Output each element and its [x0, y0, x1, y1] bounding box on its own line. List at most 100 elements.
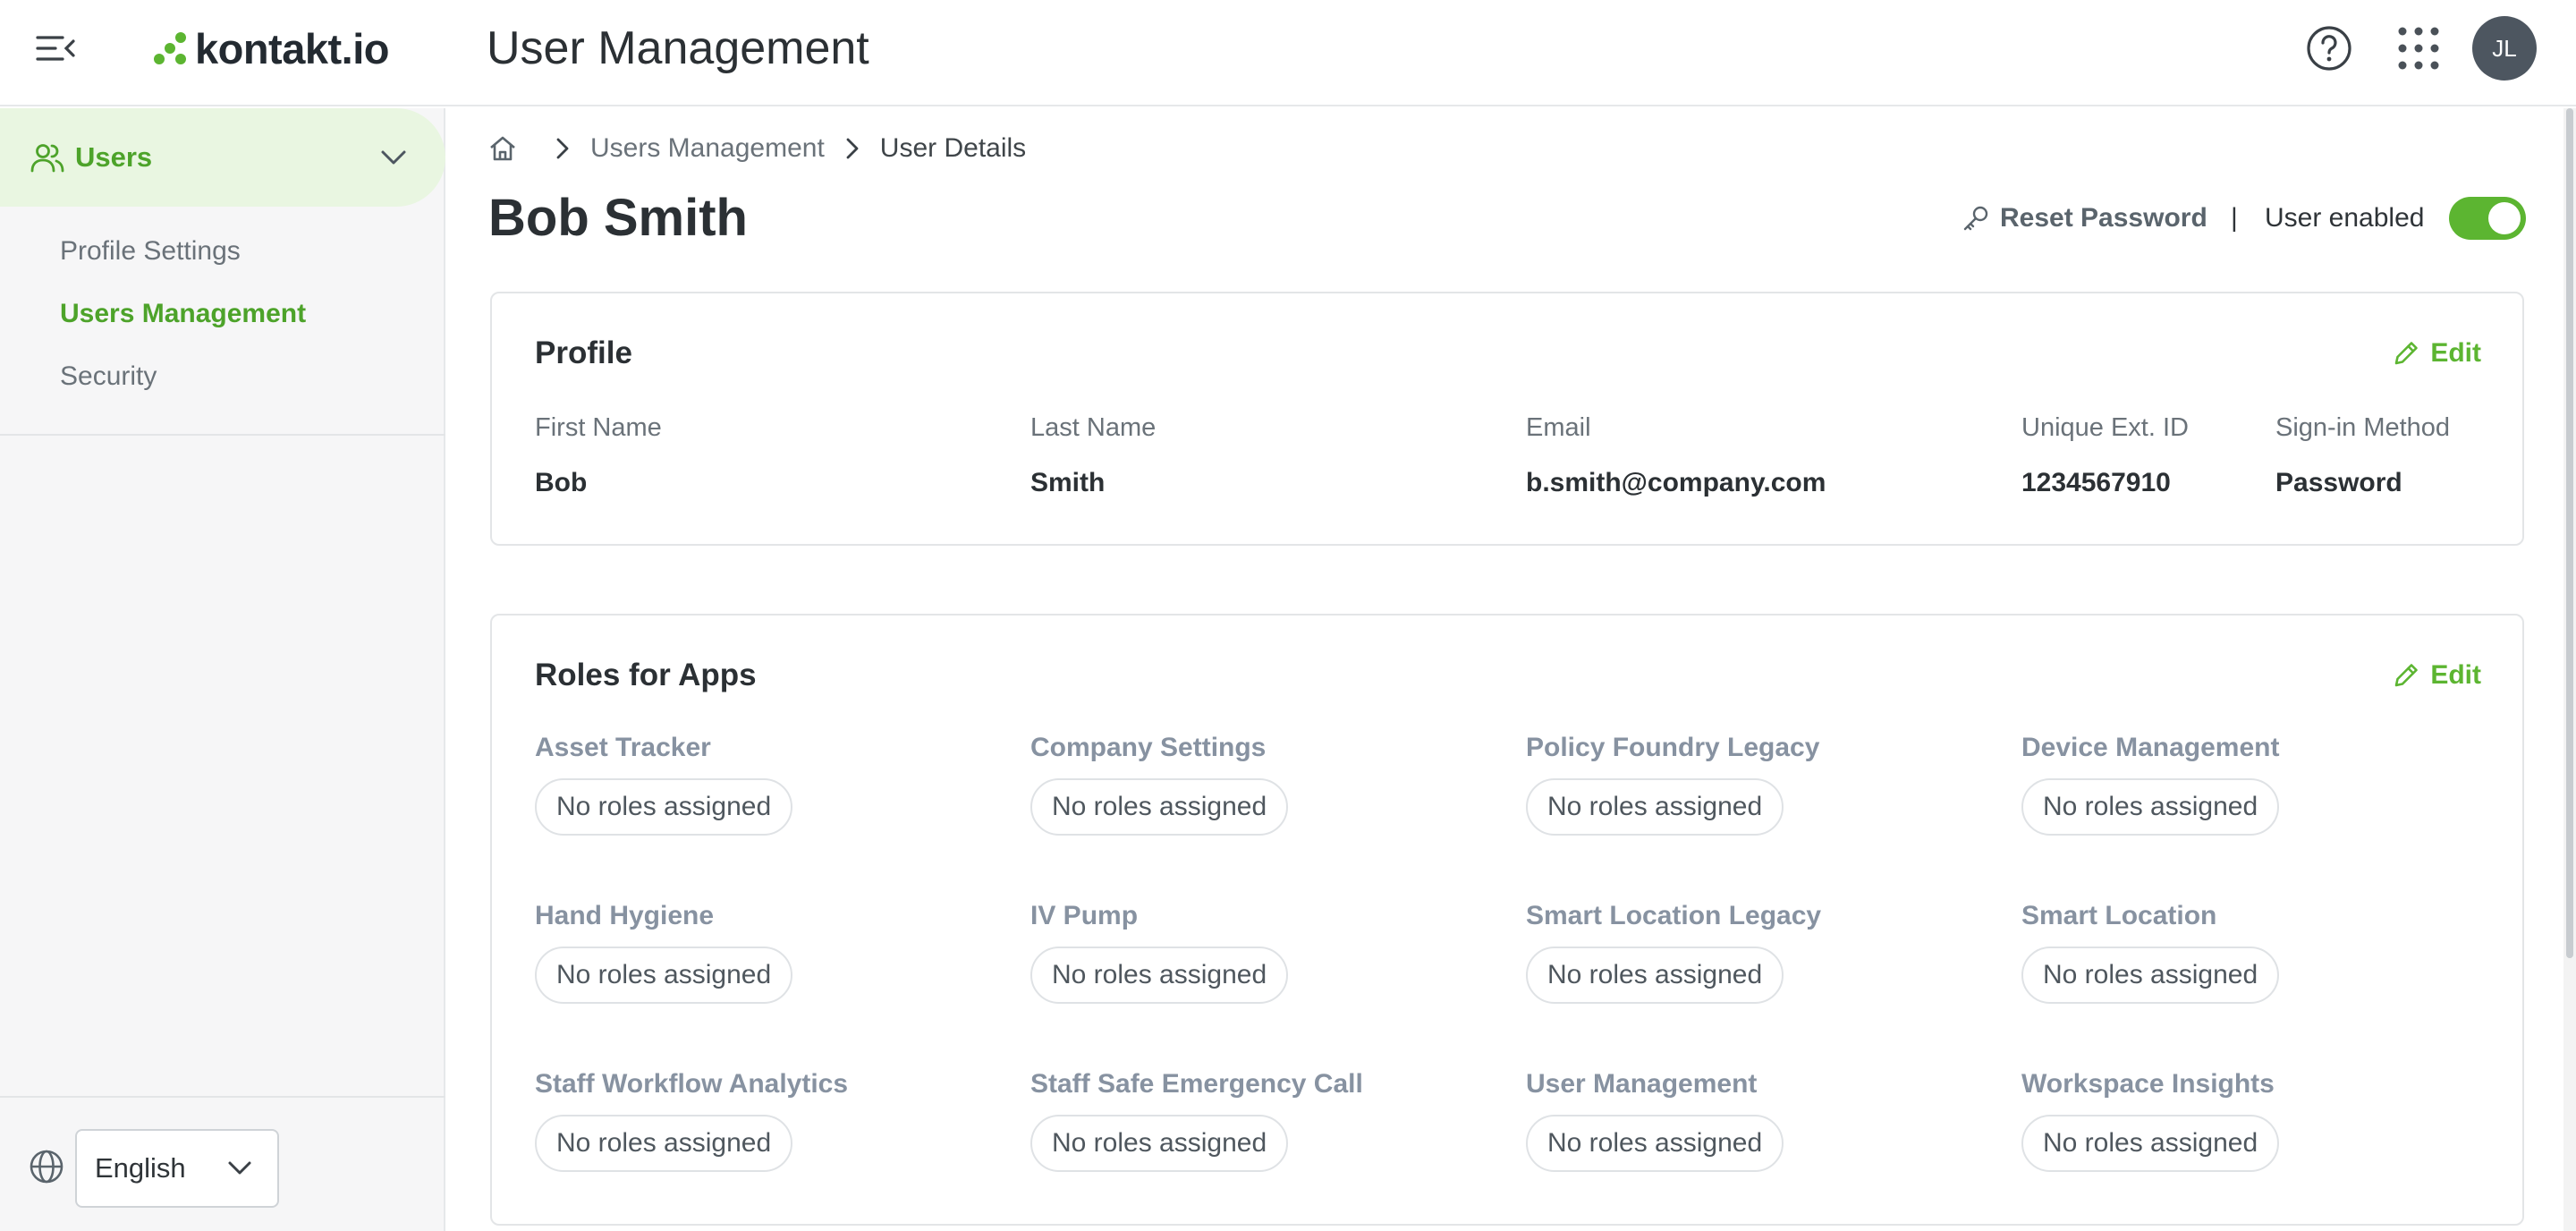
pencil-icon: [2395, 664, 2419, 687]
role-status-chip: No roles assigned: [535, 1115, 793, 1172]
roles-edit-button[interactable]: Edit: [2393, 657, 2481, 694]
role-user-management: User Management No roles assigned: [1526, 1066, 1784, 1172]
role-iv-pump: IV Pump No roles assigned: [1030, 898, 1289, 1004]
field-unique-ext-id: Unique Ext. ID 1234567910: [2021, 410, 2189, 501]
brand-name: kontakt.io: [195, 24, 389, 72]
profile-edit-label: Edit: [2430, 338, 2481, 368]
roles-edit-label: Edit: [2430, 660, 2481, 690]
top-header: kontakt.io User Management JL: [0, 0, 2576, 106]
roles-card-title: Roles for Apps: [535, 658, 757, 692]
role-app-name: Hand Hygiene: [535, 901, 715, 930]
role-hand-hygiene: Hand Hygiene No roles assigned: [535, 898, 793, 1004]
field-value: b.smith@company.com: [1526, 468, 1826, 497]
page-title: Bob Smith: [488, 189, 748, 247]
user-enabled-label: User enabled: [2265, 203, 2425, 233]
breadcrumb-users-management[interactable]: Users Management: [590, 133, 825, 164]
role-app-name: IV Pump: [1030, 901, 1139, 930]
profile-card-title: Profile: [535, 335, 632, 370]
field-label: Sign-in Method: [2275, 413, 2451, 442]
breadcrumb-user-details: User Details: [879, 133, 1027, 163]
role-status-chip: No roles assigned: [2021, 1115, 2280, 1172]
header-separator: |: [2231, 203, 2238, 233]
sidebar-group-label: Users: [75, 141, 153, 173]
role-status-chip: No roles assigned: [1030, 778, 1289, 836]
field-email: Email b.smith@company.com: [1526, 410, 1826, 501]
role-status-chip: No roles assigned: [1526, 778, 1784, 836]
user-avatar[interactable]: JL: [2472, 16, 2537, 81]
field-value: Smith: [1030, 468, 1106, 497]
role-status-chip: No roles assigned: [535, 778, 793, 836]
role-smart-location: Smart Location No roles assigned: [2021, 898, 2280, 1004]
menu-collapse-icon[interactable]: [36, 32, 75, 64]
reset-password-label: Reset Password: [2000, 203, 2207, 233]
field-first-name: First Name Bob: [535, 410, 662, 501]
role-app-name: Staff Workflow Analytics: [535, 1069, 849, 1099]
role-status-chip: No roles assigned: [1526, 947, 1784, 1004]
chevron-down-icon[interactable]: [377, 144, 410, 171]
chevron-down-icon: [228, 1161, 251, 1175]
role-app-name: Smart Location: [2021, 901, 2217, 930]
reset-password-button[interactable]: Reset Password: [1962, 197, 2207, 240]
apps-grid-icon[interactable]: [2397, 25, 2440, 72]
role-app-name: Smart Location Legacy: [1526, 901, 1822, 930]
role-status-chip: No roles assigned: [1526, 1115, 1784, 1172]
breadcrumb: Users Management User Details: [488, 125, 1026, 172]
main-scrollbar[interactable]: [2563, 108, 2576, 1231]
role-status-chip: No roles assigned: [535, 947, 793, 1004]
field-last-name: Last Name Smith: [1030, 410, 1156, 501]
field-label: Last Name: [1030, 413, 1157, 442]
field-label: Email: [1526, 413, 1591, 442]
sidebar-item-users-management[interactable]: Users Management: [60, 294, 306, 334]
role-app-name: Device Management: [2021, 733, 2280, 762]
role-app-name: Asset Tracker: [535, 733, 711, 762]
role-app-name: Staff Safe Emergency Call: [1030, 1069, 1363, 1099]
field-sign-in-method: Sign-in Method Password: [2275, 410, 2450, 501]
field-label: First Name: [535, 413, 662, 442]
role-app-name: Policy Foundry Legacy: [1526, 733, 1820, 762]
profile-card: Profile Edit First Name Bob Last Name Sm…: [490, 292, 2524, 546]
sidebar-item-profile-settings[interactable]: Profile Settings: [60, 232, 241, 271]
role-staff-workflow-analytics: Staff Workflow Analytics No roles assign…: [535, 1066, 848, 1172]
language-select[interactable]: English: [75, 1129, 279, 1208]
role-company-settings: Company Settings No roles assigned: [1030, 730, 1289, 836]
chevron-right-icon: [846, 138, 859, 159]
role-device-management: Device Management No roles assigned: [2021, 730, 2279, 836]
role-smart-location-legacy: Smart Location Legacy No roles assigned: [1526, 898, 1821, 1004]
sidebar-footer-divider: [0, 1096, 445, 1098]
brand-logo[interactable]: kontakt.io: [152, 20, 389, 77]
app-title: User Management: [487, 22, 869, 74]
roles-card: Roles for Apps Edit Asset Tracker No rol…: [490, 614, 2524, 1226]
role-app-name: User Management: [1526, 1069, 1758, 1099]
field-value: Password: [2275, 468, 2402, 497]
globe-icon: [30, 1150, 64, 1184]
field-label: Unique Ext. ID: [2021, 413, 2189, 442]
help-circle-icon[interactable]: [2306, 25, 2352, 72]
logo-mark-icon: [154, 32, 186, 64]
home-icon[interactable]: [488, 134, 517, 163]
role-status-chip: No roles assigned: [1030, 1115, 1289, 1172]
toggle-knob: [2488, 202, 2521, 234]
user-enabled-toggle[interactable]: [2449, 197, 2526, 240]
role-status-chip: No roles assigned: [2021, 947, 2280, 1004]
field-value: Bob: [535, 468, 588, 497]
role-asset-tracker: Asset Tracker No roles assigned: [535, 730, 793, 836]
scrollbar-thumb[interactable]: [2566, 108, 2573, 958]
sidebar: Users Profile Settings Users Management …: [0, 108, 445, 1231]
field-value: 1234567910: [2021, 468, 2171, 497]
role-workspace-insights: Workspace Insights No roles assigned: [2021, 1066, 2280, 1172]
role-status-chip: No roles assigned: [1030, 947, 1289, 1004]
role-app-name: Workspace Insights: [2021, 1069, 2275, 1099]
chevron-right-icon: [556, 138, 569, 159]
sidebar-divider: [0, 434, 445, 436]
sidebar-item-security[interactable]: Security: [60, 357, 157, 396]
sidebar-group-users[interactable]: Users: [0, 108, 445, 207]
role-policy-foundry-legacy: Policy Foundry Legacy No roles assigned: [1526, 730, 1819, 836]
key-icon: [1963, 206, 1988, 231]
role-app-name: Company Settings: [1030, 733, 1267, 762]
language-value: English: [95, 1152, 186, 1184]
pencil-icon: [2395, 342, 2419, 365]
users-icon: [30, 144, 64, 173]
role-status-chip: No roles assigned: [2021, 778, 2280, 836]
profile-edit-button[interactable]: Edit: [2393, 335, 2481, 372]
role-staff-safe-emergency-call: Staff Safe Emergency Call No roles assig…: [1030, 1066, 1363, 1172]
